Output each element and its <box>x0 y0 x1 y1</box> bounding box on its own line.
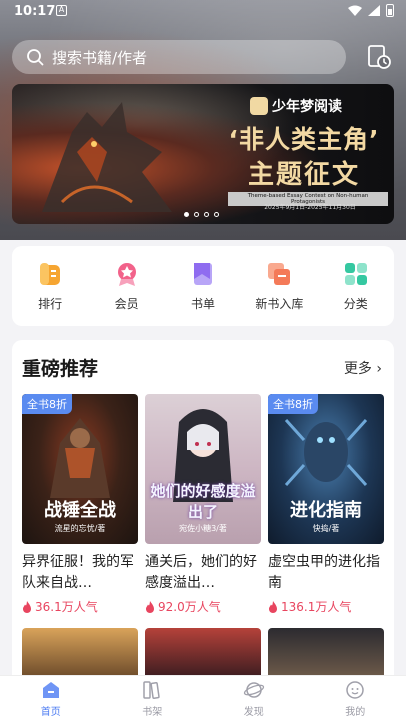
chevron-right-icon: › <box>376 361 382 377</box>
popularity: 36.1万人气 <box>22 598 138 615</box>
banner-dot[interactable] <box>214 212 219 217</box>
tab-label: 发现 <box>243 707 264 718</box>
book-title: 通关后，她们的好感度溢出… <box>145 554 257 591</box>
popularity: 136.1万人气 <box>268 598 384 615</box>
banner-brand: 少年梦阅读 <box>250 96 342 116</box>
banner-title-line1: ‘非人类主角’ <box>228 125 380 154</box>
booklist-icon <box>193 262 212 285</box>
insect-illustration <box>284 418 368 487</box>
book-cover-partial[interactable] <box>22 628 138 678</box>
notification-icon: A <box>56 5 67 16</box>
category-label: 书单 <box>190 296 215 311</box>
popularity: 92.0万人气 <box>145 598 261 615</box>
new-books-icon <box>268 262 291 285</box>
banner-title-line2: 主题征文 <box>247 160 360 190</box>
status-bar: 10:17 A <box>0 0 406 24</box>
more-link[interactable]: 更多 › <box>344 358 382 378</box>
book-title: 异界征服！我的军队来自战… <box>22 554 134 591</box>
cover-author: 宛佐小糖3/著 <box>179 524 227 533</box>
popularity-count: 36.1万人气 <box>35 600 98 614</box>
flame-icon <box>23 600 31 613</box>
category-booklist[interactable]: 书单 <box>168 261 238 312</box>
cover-title: 战锤全战 <box>44 500 116 521</box>
category-ranking[interactable]: 排行 <box>15 261 85 312</box>
book-card[interactable]: 她们的好感度溢出了 宛佐小糖3/著 通关后，她们的好感度溢出… 92.0万人气 <box>145 394 261 615</box>
tab-label: 首页 <box>40 707 61 718</box>
book-cover-partial[interactable] <box>268 628 384 678</box>
discount-tag: 全书8折 <box>268 394 318 414</box>
book-title: 虚空虫甲的进化指南 <box>268 554 380 591</box>
category-label: 排行 <box>38 296 63 311</box>
more-label: 更多 <box>343 361 372 377</box>
popularity-count: 136.1万人气 <box>281 600 352 614</box>
discover-icon <box>243 682 264 698</box>
search-input[interactable]: 搜索书籍/作者 <box>12 40 346 74</box>
book-cover: 全书8折 战锤全战 流星的忘忧/著 <box>22 394 138 544</box>
category-label: 新书入库 <box>255 296 304 311</box>
tab-label: 我的 <box>345 707 366 718</box>
banner-brand-text: 少年梦阅读 <box>272 99 342 115</box>
category-label: 分类 <box>343 296 368 311</box>
recommend-section: 重磅推荐 更多 › 全书8折 战锤全战 流星的忘忧/著 异界征服！我的军队来自战… <box>12 340 394 680</box>
banner-dot[interactable] <box>194 212 199 217</box>
banner-date-range: 2025年9月1日-2025年11月30日 <box>264 204 356 211</box>
banner-dot[interactable] <box>204 212 209 217</box>
bookshelf-icon <box>143 681 160 699</box>
reading-history-icon[interactable] <box>364 42 394 72</box>
ranking-icon <box>40 262 61 285</box>
cover-title: 她们的好感度溢出了 <box>150 482 256 521</box>
tab-bookshelf[interactable]: 书架 <box>112 679 192 718</box>
category-new-books[interactable]: 新书入库 <box>244 261 314 312</box>
book-cover-partial[interactable] <box>145 628 261 678</box>
banner-dot[interactable] <box>184 212 189 217</box>
profile-icon <box>346 681 364 699</box>
category-classify[interactable]: 分类 <box>321 261 391 312</box>
book-cover: 全书8折 进化指南 快捣/著 <box>268 394 384 544</box>
warrior-illustration <box>50 418 110 498</box>
battery-icon <box>386 4 394 17</box>
tab-discover[interactable]: 发现 <box>214 679 294 718</box>
status-time: 10:17 <box>14 4 56 19</box>
wifi-icon <box>348 5 362 16</box>
vip-icon <box>117 262 136 286</box>
brand-logo-icon <box>250 97 268 115</box>
banner-pagination <box>184 212 219 217</box>
category-label: 会员 <box>114 296 139 311</box>
search-placeholder: 搜索书籍/作者 <box>52 48 148 67</box>
discount-tag: 全书8折 <box>22 394 72 414</box>
search-icon <box>27 49 44 66</box>
home-icon <box>42 682 59 698</box>
flame-icon <box>269 600 277 613</box>
book-card[interactable]: 全书8折 战锤全战 流星的忘忧/著 异界征服！我的军队来自战… 36.1万人气 <box>22 394 138 615</box>
promo-banner[interactable]: 少年梦阅读 ‘非人类主角’ 主题征文 Theme-based Essay Con… <box>12 84 394 224</box>
cover-author: 流星的忘忧/著 <box>54 524 106 533</box>
tab-label: 书架 <box>142 707 163 718</box>
section-title: 重磅推荐 <box>22 358 99 380</box>
category-shortcuts: 排行 会员 书单 新书入库 分类 <box>12 246 394 326</box>
popularity-count: 92.0万人气 <box>158 600 221 614</box>
flame-icon <box>146 600 154 613</box>
book-cover: 她们的好感度溢出了 宛佐小糖3/著 <box>145 394 261 544</box>
category-icon <box>344 262 367 285</box>
tab-profile[interactable]: 我的 <box>315 679 395 718</box>
bottom-tab-bar: 首页 书架 发现 我的 <box>0 675 406 721</box>
tab-home[interactable]: 首页 <box>11 679 91 718</box>
category-vip[interactable]: 会员 <box>92 261 162 312</box>
book-card[interactable]: 全书8折 进化指南 快捣/著 虚空虫甲的进化指南 136.1万人气 <box>268 394 384 615</box>
dragon-illustration <box>42 102 172 212</box>
cover-author: 快捣/著 <box>312 524 340 533</box>
signal-icon <box>368 5 380 16</box>
cover-title: 进化指南 <box>290 500 362 521</box>
